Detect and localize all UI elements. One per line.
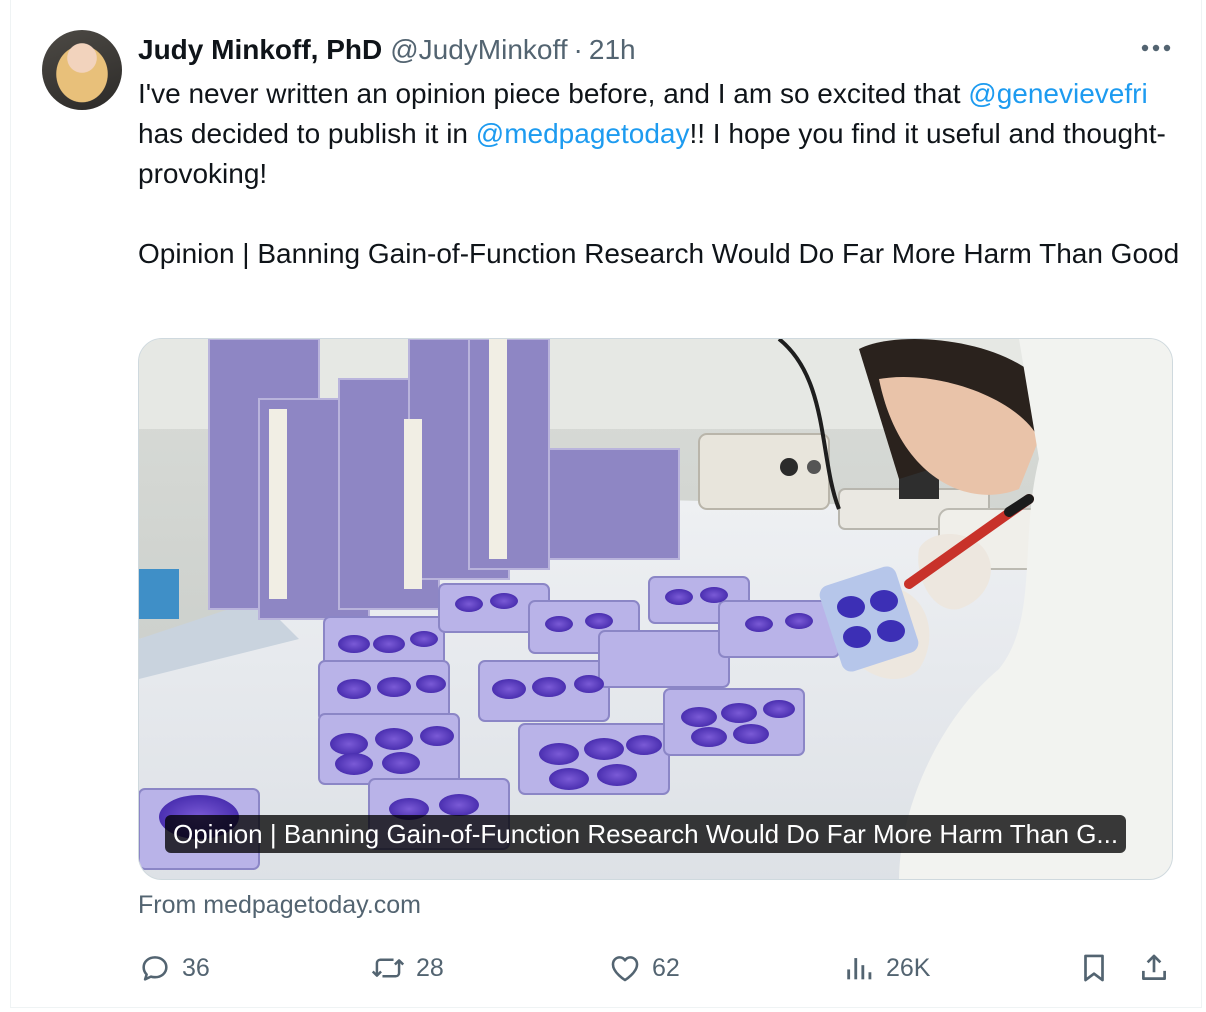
bookmark-button[interactable] xyxy=(1078,946,1120,990)
article-title-text: Opinion | Banning Gain-of-Function Resea… xyxy=(138,238,1180,269)
views-icon xyxy=(847,958,872,980)
card-source[interactable]: From medpagetoday.com xyxy=(138,888,421,922)
author-display-name[interactable]: Judy Minkoff, PhD xyxy=(138,34,382,66)
more-options-button[interactable] xyxy=(1138,32,1174,64)
tweet-text: I've never written an opinion piece befo… xyxy=(138,74,1183,274)
like-count: 62 xyxy=(652,953,680,982)
share-icon xyxy=(1142,954,1166,980)
mention-medpagetoday[interactable]: @medpagetoday xyxy=(476,118,690,149)
reply-icon xyxy=(142,956,168,981)
card-title: Opinion | Banning Gain-of-Function Resea… xyxy=(165,815,1127,853)
separator-dot: · xyxy=(573,34,583,65)
link-card[interactable]: Opinion | Banning Gain-of-Function Resea… xyxy=(138,338,1173,880)
reply-count: 36 xyxy=(182,953,210,982)
views-button[interactable]: 26K xyxy=(844,946,930,990)
like-icon xyxy=(611,956,639,982)
action-bar: 36 28 62 26K xyxy=(138,946,1178,990)
repost-icon xyxy=(371,958,405,978)
card-image xyxy=(139,339,1172,879)
tweet-text-part: I've never written an opinion piece befo… xyxy=(138,78,969,109)
bookmark-icon xyxy=(1084,954,1104,982)
author-handle[interactable]: @JudyMinkoff xyxy=(390,34,567,66)
repost-count: 28 xyxy=(416,953,444,982)
repost-button[interactable]: 28 xyxy=(370,946,444,990)
mention-genevievefri[interactable]: @genevievefri xyxy=(968,78,1147,109)
reply-button[interactable]: 36 xyxy=(138,946,210,990)
tweet-paragraph: I've never written an opinion piece befo… xyxy=(138,74,1183,194)
more-icon xyxy=(1141,44,1171,52)
share-button[interactable] xyxy=(1138,946,1180,990)
like-button[interactable]: 62 xyxy=(608,946,680,990)
tweet-header: Judy Minkoff, PhD @JudyMinkoff · 21h xyxy=(138,30,636,70)
avatar[interactable] xyxy=(42,30,122,110)
views-count: 26K xyxy=(886,953,931,982)
tweet-timestamp[interactable]: 21h xyxy=(589,34,636,66)
